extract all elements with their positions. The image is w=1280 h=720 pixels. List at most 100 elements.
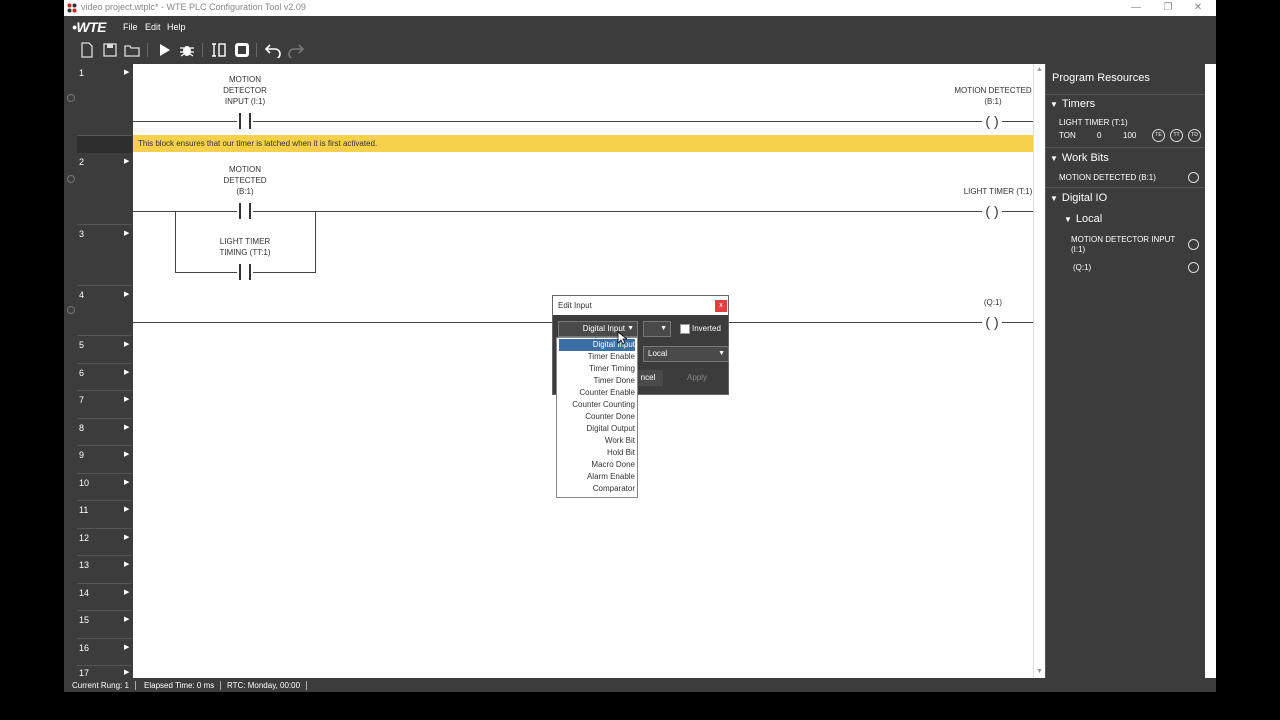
rung-row[interactable]: 6 ▶ — [77, 364, 132, 391]
expand-arrow-icon[interactable]: ▶ — [124, 68, 129, 76]
rung-row[interactable]: 4 ▶ — [77, 286, 132, 336]
coil-label: MOTION DETECTED (B:1) — [954, 86, 1032, 106]
expand-arrow-icon[interactable]: ▶ — [124, 157, 129, 165]
io-icon[interactable] — [211, 42, 227, 58]
rung-comment-gutter — [77, 136, 132, 153]
rung-row[interactable]: 14 ▶ — [77, 584, 132, 611]
menu-file[interactable]: File — [123, 22, 138, 32]
address-select[interactable]: ▼ — [643, 321, 671, 337]
output-coil[interactable]: ( ) — [982, 114, 1002, 130]
rung-gutter: 1 ▶ 2 ▶ 3 ▶ 4 ▶ 5 ▶ 6 ▶ 7 ▶ 8 ▶ 9 ▶ 10 ▶ 11 ▶ 12 ▶ 1… — [77, 64, 132, 678]
expand-arrow-icon[interactable]: ▶ — [124, 668, 129, 676]
rung-comment[interactable]: This block ensures that our timer is lat… — [133, 135, 1033, 152]
work-bit-item[interactable]: MOTION DETECTED (B:1) — [1059, 173, 1156, 183]
expand-arrow-icon[interactable]: ▶ — [124, 478, 129, 486]
rung-row[interactable]: 12 ▶ — [77, 529, 132, 556]
work-bits-header[interactable]: ▼ Work Bits — [1050, 152, 1109, 164]
menu-edit[interactable]: Edit — [145, 22, 161, 32]
expand-arrow-icon[interactable]: ▶ — [124, 290, 129, 298]
dropdown-item[interactable]: Hold Bit — [559, 447, 635, 459]
dropdown-item[interactable]: Counter Done — [559, 411, 635, 423]
expand-arrow-icon[interactable]: ▶ — [124, 505, 129, 513]
dropdown-item[interactable]: Timer Done — [559, 375, 636, 387]
stop-icon[interactable] — [234, 42, 250, 58]
collapse-triangle-icon: ▼ — [1050, 100, 1058, 109]
dropdown-item[interactable]: Counter Enable — [559, 387, 635, 399]
scroll-down-icon[interactable]: ▼ — [1036, 668, 1043, 675]
window-scrollbar[interactable] — [1205, 64, 1216, 692]
run-icon[interactable] — [156, 42, 172, 58]
expand-arrow-icon[interactable]: ▶ — [124, 643, 129, 651]
chevron-down-icon: ▼ — [718, 350, 725, 357]
dropdown-item[interactable]: Comparator — [559, 483, 635, 495]
dropdown-item[interactable]: Work Bit — [559, 435, 635, 447]
rung-wire — [1002, 121, 1033, 122]
apply-button[interactable]: Apply — [671, 370, 723, 386]
dropdown-item[interactable]: Alarm Enable — [559, 471, 635, 483]
rung-row[interactable]: 1 ▶ — [77, 64, 132, 136]
expand-arrow-icon[interactable]: ▶ — [124, 533, 129, 541]
toolbar-separator — [256, 43, 257, 57]
rung-row[interactable]: 8 ▶ — [77, 419, 132, 446]
restore-icon[interactable]: ❐ — [1154, 1, 1182, 15]
rung-row[interactable]: 13 ▶ — [77, 556, 132, 584]
rung-row[interactable]: 17 ▶ — [77, 666, 132, 678]
rung-row[interactable]: 3 ▶ — [77, 225, 132, 286]
dropdown-item[interactable]: Counter Counting — [559, 399, 635, 411]
toolbar-separator — [202, 43, 203, 57]
location-select[interactable]: Local ▼ — [643, 346, 729, 362]
rung-row[interactable]: 5 ▶ — [77, 336, 132, 364]
open-folder-icon[interactable] — [124, 42, 140, 58]
expand-arrow-icon[interactable]: ▶ — [124, 229, 129, 237]
rung-row[interactable]: 11 ▶ — [77, 501, 132, 529]
minimize-icon[interactable]: — — [1122, 1, 1150, 15]
coil-label: (Q:1) — [983, 298, 1003, 307]
save-icon[interactable] — [102, 42, 118, 58]
rung-row[interactable]: 2 ▶ — [77, 153, 132, 225]
rung-row[interactable]: 16 ▶ — [77, 639, 132, 666]
dropdown-item[interactable]: Macro Done — [559, 459, 635, 471]
new-file-icon[interactable] — [79, 42, 95, 58]
rung-row[interactable]: 9 ▶ — [77, 446, 132, 474]
rung-row[interactable]: 10 ▶ — [77, 474, 132, 501]
menu-help[interactable]: Help — [167, 22, 186, 32]
dropdown-item[interactable]: Timer Timing — [559, 363, 635, 375]
expand-arrow-icon[interactable]: ▶ — [124, 450, 129, 458]
close-icon[interactable]: ✕ — [1184, 1, 1212, 15]
redo-icon[interactable] — [288, 42, 304, 58]
local-header[interactable]: ▼ Local — [1064, 213, 1102, 225]
no-contact[interactable] — [237, 113, 253, 129]
dialog-close-icon[interactable]: x — [715, 300, 727, 312]
io-item-input[interactable]: MOTION DETECTOR INPUT (I:1) — [1071, 235, 1175, 255]
output-coil[interactable]: ( ) — [982, 204, 1002, 220]
bit-state-icon — [1188, 172, 1199, 183]
rung-row[interactable]: 15 ▶ — [77, 611, 132, 639]
expand-arrow-icon[interactable]: ▶ — [124, 615, 129, 623]
chevron-down-icon: ▼ — [627, 325, 634, 332]
expand-arrow-icon[interactable]: ▶ — [124, 395, 129, 403]
expand-arrow-icon[interactable]: ▶ — [124, 588, 129, 596]
rung-row[interactable]: 7 ▶ — [77, 391, 132, 419]
digital-io-header[interactable]: ▼ Digital IO — [1050, 192, 1107, 204]
no-contact[interactable] — [237, 264, 253, 280]
panel-title: Program Resources — [1052, 72, 1150, 84]
no-contact[interactable] — [237, 203, 253, 219]
expand-arrow-icon[interactable]: ▶ — [124, 560, 129, 568]
expand-arrow-icon[interactable]: ▶ — [124, 368, 129, 376]
expand-arrow-icon[interactable]: ▶ — [124, 423, 129, 431]
undo-icon[interactable] — [265, 42, 281, 58]
dropdown-item[interactable]: Timer Enable — [559, 351, 635, 363]
io-item-output[interactable]: (Q:1) — [1073, 263, 1091, 273]
timer-item[interactable]: LIGHT TIMER (T:1) — [1059, 118, 1128, 128]
scroll-up-icon[interactable]: ▲ — [1036, 66, 1043, 73]
debug-icon[interactable] — [179, 42, 195, 58]
timers-header[interactable]: ▼ Timers — [1050, 98, 1095, 110]
expand-arrow-icon[interactable]: ▶ — [124, 340, 129, 348]
input-type-dropdown: Digital Input Timer Enable Timer Timing … — [556, 337, 638, 498]
inverted-checkbox[interactable] — [680, 324, 690, 334]
output-coil[interactable]: ( ) — [982, 315, 1002, 331]
wte-logo: •WTE — [72, 19, 107, 35]
dropdown-item[interactable]: Digital Output — [559, 423, 635, 435]
branch-wire — [175, 211, 176, 272]
menu-bar: •WTE File Edit Help — [64, 16, 1216, 38]
